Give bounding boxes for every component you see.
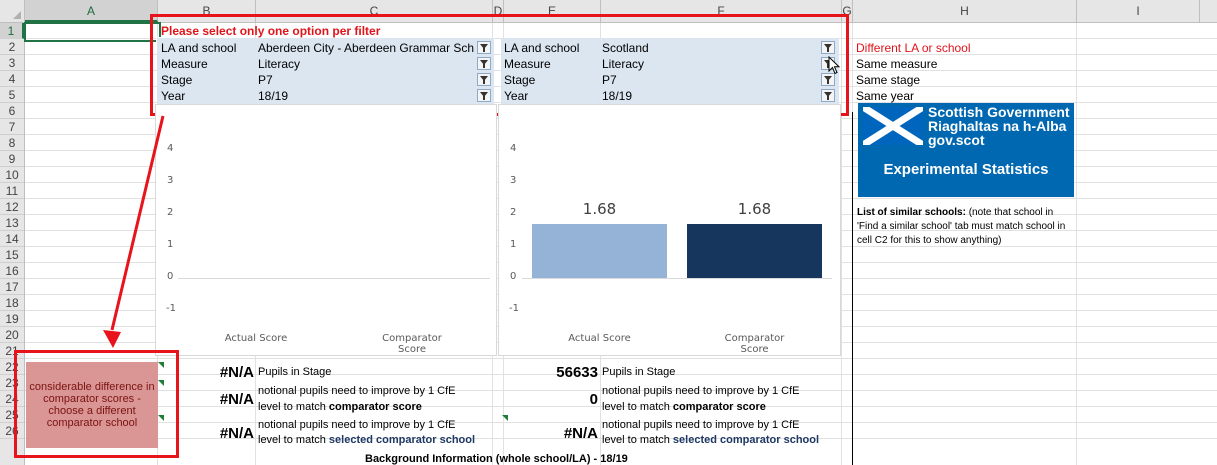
left-pupils-value: #N/A [219,364,254,381]
chart-1-ytick: 2 [510,207,517,218]
right-pupils-value: 56633 [556,364,598,381]
similar-schools-note-3: cell C2 for this to show anything) [857,235,1002,246]
note-same-measure: Same measure [856,57,938,71]
comment-indicator-icon[interactable] [502,415,508,421]
left-selected-bold: selected comparator school [328,434,476,446]
left-improve-bold: comparator score [328,401,422,413]
comment-indicator-icon[interactable] [158,415,164,421]
right-improve-line-2-text: level to match [602,401,673,413]
row-gridline [25,358,1217,359]
logo-line-1: Scottish Government [928,104,1070,120]
column-gridline [1076,23,1077,465]
filter-highlight-box [150,14,849,116]
right-selected-line-2-text: level to match [602,434,673,446]
right-selected-bold: selected comparator school [672,434,820,446]
chart-1-data-label: 1.68 [737,200,772,219]
logo-caption: Experimental Statistics [883,161,1049,178]
left-improve-line-2-text: level to match [258,401,329,413]
left-selected-line-2-text: level to match [258,434,329,446]
right-improve-value: 0 [589,391,598,408]
comment-indicator-icon[interactable] [158,362,164,368]
similar-schools-note-2: 'Find a similar school' tab must match s… [857,221,1066,232]
chart-1-ytick: 0 [510,271,517,282]
comment-indicator-icon[interactable] [158,380,164,386]
left-improve-line-2: level to match comparator score [258,400,422,415]
similar-schools-line-1: List of similar schools: (note that scho… [857,207,1053,218]
chart-0-category-label: Comparator Score [382,333,442,355]
left-improve-line-1: notional pupils need to improve by 1 CfE [258,385,456,397]
right-selected-line-1: notional pupils need to improve by 1 CfE [602,419,800,431]
left-pupils-label: Pupils in Stage [258,366,332,378]
logo-line-2: Riaghaltas na h-Alba [928,118,1067,134]
right-improve-line-2: level to match comparator score [602,400,766,415]
logo-line-3: gov.scot [928,132,985,148]
chart-1-zero-axis [522,278,832,279]
chart-1-ytick: 3 [510,175,517,186]
column-border-line [852,112,853,465]
right-improve-line-1: notional pupils need to improve by 1 CfE [602,385,800,397]
left-selected-value: #N/A [219,425,254,442]
background-info-heading: Background Information (whole school/LA)… [365,453,628,465]
chart-1-bar[interactable] [687,224,822,278]
chart-1-ytick: 1 [510,239,517,250]
chart-0-zero-axis [178,278,490,279]
chart-left[interactable] [155,104,497,356]
chart-0-category-label: Actual Score [224,333,288,344]
similar-schools-note-1: (note that school in [965,207,1054,218]
left-selected-line-2: level to match selected comparator schoo… [258,433,475,448]
left-improve-value: #N/A [219,391,254,408]
chart-1-bar[interactable] [532,224,667,278]
left-selected-line-1: notional pupils need to improve by 1 CfE [258,419,456,431]
note-same-year: Same year [856,89,915,103]
saltire-flag-icon [863,107,923,145]
note-different-la: Different LA or school [856,41,971,55]
note-same-stage: Same stage [856,73,921,87]
chart-1-ytick: 4 [510,143,517,154]
right-selected-line-2: level to match selected comparator schoo… [602,433,819,448]
right-selected-value: #N/A [563,425,598,442]
chart-1-category-label: Actual Score [568,333,631,344]
column-header-h[interactable]: H [853,0,1077,22]
message-highlight-box [14,350,179,458]
chart-1-ytick: -1 [509,303,519,314]
column-header-i[interactable]: I [1077,0,1200,22]
chart-1-category-label: Comparator Score [724,333,785,355]
right-pupils-label: Pupils in Stage [602,366,676,378]
annotation-arrow-icon [103,115,165,348]
right-improve-bold: comparator score [672,401,766,413]
chart-1-data-label: 1.68 [582,200,617,219]
scottish-government-logo: Scottish Government Riaghaltas na h-Alba… [858,103,1074,197]
similar-schools-heading: List of similar schools: [857,207,966,218]
